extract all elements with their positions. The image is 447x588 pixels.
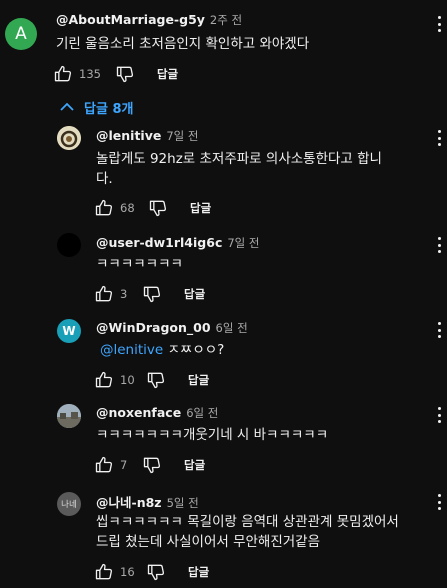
avatar-letter: 나네 [61,500,77,510]
comment-text: ㅋㅋㅋㅋㅋㅋㅋ [96,256,183,272]
avatar-letter: A [15,24,27,44]
thumbs-down-icon[interactable] [142,455,162,475]
timestamp[interactable]: 6일 전 [186,405,218,421]
comment-actions: 16 답글 [94,562,209,582]
thumbs-up-icon[interactable] [94,198,114,218]
reply-button[interactable]: 답글 [184,286,205,302]
like-count: 3 [120,287,128,301]
thumbs-up-icon[interactable] [53,64,73,84]
comment-text: ㅋㅋㅋㅋㅋㅋㅋ개웃기네 시 바ㅋㅋㅋㅋㅋ [96,427,329,443]
avatar-image [57,126,81,150]
thumbs-up-icon[interactable] [94,284,114,304]
more-vert-icon[interactable] [437,407,441,423]
comment-actions: 135 답글 [53,64,178,84]
comment-text: 놀랍게도 92hz로 초저주파로 의사소통한다고 합니다. [96,151,382,187]
comment-header: @AboutMarriage-g5y 2주 전 [56,12,242,28]
comment-text-body: ㅈㅉㅇㅇ? [163,342,225,358]
author-name[interactable]: @noxenface [96,405,181,420]
comment-text: 씹ㅋㅋㅋㅋㅋㅋ 목길이랑 음역대 상관관계 못밈겠어서 드립 쳤는데 사실이어서… [96,514,399,550]
comment-header: @noxenface 6일 전 [96,405,218,421]
like-count: 7 [120,458,128,472]
reply-comment: 나네 @나네-n8z 5일 전 씹ㅋㅋㅋㅋㅋㅋ 목길이랑 음역대 상관관계 못밈… [0,482,447,588]
top-comment: A @AboutMarriage-g5y 2주 전 기린 울음소리 초저음인지 … [0,0,447,95]
thumbs-down-icon[interactable] [142,284,162,304]
more-vert-icon[interactable] [437,494,441,510]
avatar[interactable] [57,233,81,257]
like-count: 68 [120,201,135,215]
reply-button[interactable]: 답글 [190,200,211,216]
reply-button[interactable]: 답글 [157,66,178,82]
thumbs-down-icon[interactable] [146,370,166,390]
comment-actions: 10 답글 [94,370,209,390]
mention-link[interactable]: @lenitive [100,342,163,358]
reply-comment: W @WinDragon_00 6일 전 @lenitive ㅈㅉㅇㅇ? 10 … [0,310,447,395]
thumbs-up-icon[interactable] [94,562,114,582]
comment-actions: 3 답글 [94,284,205,304]
author-name[interactable]: @나네-n8z [96,492,162,511]
author-name[interactable]: @AboutMarriage-g5y [56,12,205,27]
reply-comment: @user-dw1rl4ig6c 7일 전 ㅋㅋㅋㅋㅋㅋㅋ 3 답글 [0,225,447,310]
comment-actions: 7 답글 [94,455,205,475]
comment-header: @WinDragon_00 6일 전 [96,320,248,336]
more-vert-icon[interactable] [437,237,441,253]
like-count: 10 [120,373,135,387]
reply-comment: @lenitive 7일 전 놀랍게도 92hz로 초저주파로 의사소통한다고 … [0,118,447,228]
comment-header: @lenitive 7일 전 [96,128,198,144]
like-count: 135 [79,67,101,81]
avatar[interactable]: 나네 [57,492,81,516]
avatar[interactable]: W [57,319,81,343]
author-name[interactable]: @WinDragon_00 [96,320,211,335]
comment-text: 기린 울음소리 초저음인지 확인하고 와야겠다 [56,36,310,52]
timestamp[interactable]: 7일 전 [166,128,198,144]
thumbs-up-icon[interactable] [94,455,114,475]
more-vert-icon[interactable] [437,16,441,32]
comment-header: @나네-n8z 5일 전 [96,492,199,511]
thumbs-down-icon[interactable] [146,562,166,582]
thumbs-up-icon[interactable] [94,370,114,390]
timestamp[interactable]: 7일 전 [227,235,259,251]
avatar-image [57,404,81,428]
thumbs-down-icon[interactable] [148,198,168,218]
avatar[interactable] [57,404,81,428]
avatar-letter: W [62,324,76,338]
timestamp[interactable]: 2주 전 [210,12,242,28]
more-vert-icon[interactable] [437,130,441,146]
comment-actions: 68 답글 [94,198,211,218]
replies-toggle-label: 답글 8개 [84,101,134,117]
avatar[interactable] [57,126,81,150]
more-vert-icon[interactable] [437,322,441,338]
avatar[interactable]: A [5,18,37,50]
reply-button[interactable]: 답글 [188,564,209,580]
timestamp[interactable]: 6일 전 [216,320,248,336]
chevron-up-icon [60,102,74,111]
reply-button[interactable]: 답글 [184,457,205,473]
reply-comment: @noxenface 6일 전 ㅋㅋㅋㅋㅋㅋㅋ개웃기네 시 바ㅋㅋㅋㅋㅋ 7 답… [0,395,447,480]
comment-header: @user-dw1rl4ig6c 7일 전 [96,235,260,251]
author-name[interactable]: @lenitive [96,128,161,143]
timestamp[interactable]: 5일 전 [167,495,199,511]
comment-text: @lenitive ㅈㅉㅇㅇ? [100,340,400,360]
thumbs-down-icon[interactable] [115,64,135,84]
comment-thread: A @AboutMarriage-g5y 2주 전 기린 울음소리 초저음인지 … [0,0,447,588]
replies-toggle-button[interactable]: 답글 8개 [60,97,133,117]
like-count: 16 [120,565,135,579]
author-name[interactable]: @user-dw1rl4ig6c [96,235,222,250]
reply-button[interactable]: 답글 [188,372,209,388]
